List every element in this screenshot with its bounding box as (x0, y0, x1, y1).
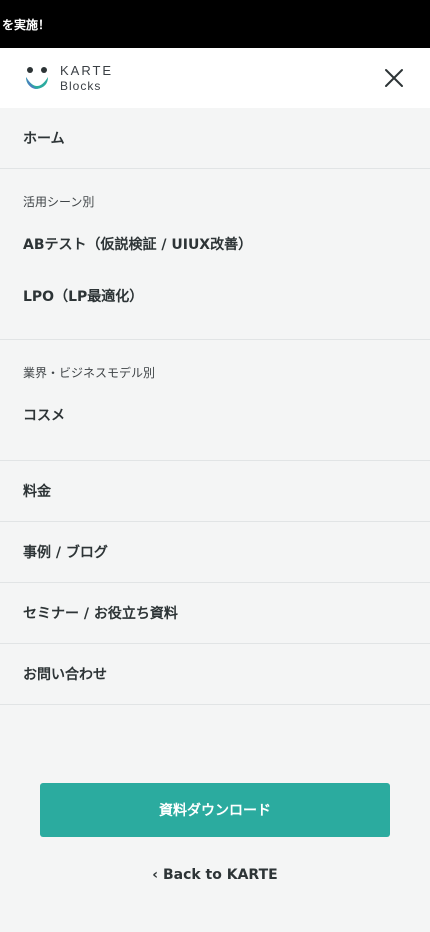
back-label: Back to KARTE (162, 867, 278, 883)
announcement-bar: を実施！ (0, 0, 430, 48)
menu-item-cases-label: 事例 / ブログ (23, 545, 108, 561)
back-to-karte: ‹ Back to KARTE (0, 867, 430, 883)
menu: ホーム 活用シーン別 ABテスト（仮説検証 / UIUX改善） LPO（LP最適… (0, 108, 430, 705)
menu-item-cosme[interactable]: コスメ (0, 405, 430, 425)
menu-item-abtest[interactable]: ABテスト（仮説検証 / UIUX改善） (0, 234, 430, 254)
menu-item-seminar[interactable]: セミナー / お役立ち資料 (0, 583, 430, 644)
download-button[interactable]: 資料ダウンロード (40, 783, 390, 837)
header: KARTE Blocks (0, 48, 430, 108)
logo-title: KARTE (60, 63, 114, 78)
menu-item-seminar-label: セミナー / お役立ち資料 (23, 606, 178, 622)
logo[interactable]: KARTE Blocks (24, 64, 113, 92)
menu-item-contact[interactable]: お問い合わせ (0, 644, 430, 705)
menu-item-lpo[interactable]: LPO（LP最適化） (0, 286, 430, 306)
announcement-text: を実施！ (2, 17, 51, 32)
download-button-label: 資料ダウンロード (159, 803, 271, 819)
menu-group-use-case: 活用シーン別 ABテスト（仮説検証 / UIUX改善） LPO（LP最適化） (0, 169, 430, 340)
menu-item-contact-label: お問い合わせ (23, 667, 107, 683)
karte-logo-icon (24, 65, 50, 91)
menu-item-pricing[interactable]: 料金 (0, 461, 430, 522)
logo-subtitle: Blocks (60, 79, 102, 93)
group-label-industry: 業界・ビジネスモデル別 (23, 366, 156, 380)
group-label-use-case: 活用シーン別 (23, 195, 95, 209)
back-to-karte-link[interactable]: ‹ Back to KARTE (152, 867, 277, 883)
close-button[interactable] (382, 66, 406, 90)
menu-group-industry: 業界・ビジネスモデル別 コスメ (0, 340, 430, 461)
chevron-left-icon: ‹ (152, 867, 159, 883)
menu-item-pricing-label: 料金 (23, 484, 51, 500)
menu-item-cases[interactable]: 事例 / ブログ (0, 522, 430, 583)
menu-item-home-label: ホーム (23, 131, 65, 147)
close-icon (385, 69, 403, 87)
menu-item-home[interactable]: ホーム (0, 108, 430, 169)
